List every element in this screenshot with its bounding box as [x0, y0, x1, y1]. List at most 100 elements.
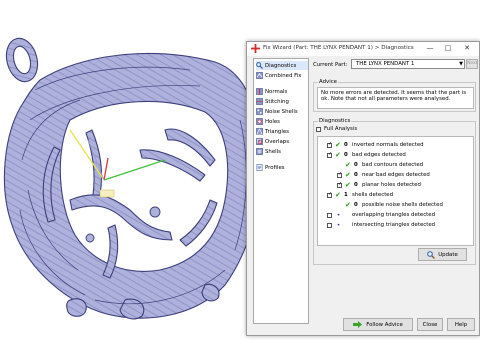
close-button[interactable]: Close	[417, 318, 443, 331]
sidebar-item-stitching[interactable]: Stitching	[256, 97, 308, 106]
full-analysis-label: Full Analysis	[324, 126, 358, 132]
advice-group: Advice No more errors are detected. It s…	[313, 79, 476, 112]
advice-text: No more errors are detected. It seems th…	[317, 87, 474, 109]
sidebar-item-label: Combined Fix	[265, 72, 302, 79]
green-check-icon: ✔	[345, 160, 351, 169]
sidebar-item-label: Stitching	[265, 98, 289, 105]
maximize-button[interactable]: □	[441, 43, 455, 54]
triangles-icon	[256, 128, 263, 135]
full-analysis-checkbox[interactable]: Full Analysis	[316, 126, 357, 132]
sidebar-item-label: Overlaps	[265, 138, 289, 145]
diag-row-near-bad-edges: ✔ 0 near bad edges detected	[337, 171, 430, 179]
diag-count: 0	[354, 182, 358, 188]
diag-label: possible noise shells detected	[362, 202, 443, 208]
normals-icon	[256, 88, 263, 95]
sidebar-item-normals[interactable]: Normals	[256, 87, 308, 96]
diag-label: bad edges detected	[352, 152, 406, 158]
sidebar-item-triangles[interactable]: Triangles	[256, 127, 308, 136]
next-part-button[interactable]: Next	[466, 59, 478, 69]
profiles-icon	[256, 164, 263, 171]
diagnostics-title: Diagnostics	[318, 118, 352, 124]
current-part-value: THE LYNX PENDANT 1	[356, 61, 415, 67]
noise-shells-icon	[256, 108, 263, 115]
chevron-down-icon: ▼	[459, 61, 463, 67]
window-title: Fix Wizard (Part: THE LYNX PENDANT 1) > …	[263, 45, 414, 51]
checkbox[interactable]	[327, 191, 332, 198]
current-part-select[interactable]: THE LYNX PENDANT 1 ▼	[351, 59, 465, 69]
diag-row-planar-holes: ✔ 0 planar holes detected	[337, 181, 421, 189]
sidebar-item-holes[interactable]: Holes	[256, 117, 308, 126]
sidebar-item-diagnostics[interactable]: Diagnostics	[256, 61, 308, 70]
checkbox[interactable]	[327, 151, 332, 158]
diag-row-bad-contours: ✔ 0 bad contours detected	[345, 161, 423, 169]
green-check-icon: ✔	[335, 140, 341, 149]
diag-count: 0	[344, 142, 348, 148]
sidebar-item-label: Diagnostics	[265, 62, 297, 69]
checkbox[interactable]	[327, 222, 332, 228]
sidebar-item-combined-fix[interactable]: Combined Fix	[256, 71, 308, 80]
follow-advice-label: Follow Advice	[366, 321, 403, 328]
shells-icon	[256, 148, 263, 155]
stitching-icon	[256, 98, 263, 105]
combined-fix-icon	[256, 72, 263, 79]
diag-label: intersecting triangles detected	[352, 222, 436, 228]
current-part-label: Current Part:	[313, 62, 348, 68]
checkbox[interactable]	[316, 126, 321, 132]
green-check-icon: ✔	[345, 180, 351, 189]
update-button[interactable]: Update	[418, 248, 467, 261]
not-analysed-icon: •	[336, 221, 341, 229]
sidebar-item-label: Profiles	[265, 164, 285, 171]
diag-row-bad-edges: ✔ 0 bad edges detected	[327, 151, 406, 159]
diag-label: overlapping triangles detected	[352, 212, 436, 218]
green-check-icon: ✔	[345, 170, 351, 179]
holes-icon	[256, 118, 263, 125]
fix-wizard-dialog: Fix Wizard (Part: THE LYNX PENDANT 1) > …	[246, 41, 480, 336]
help-button[interactable]: Help	[447, 318, 475, 331]
diag-count: 0	[354, 172, 358, 178]
green-arrow-icon	[353, 321, 363, 328]
green-check-icon: ✔	[335, 190, 341, 199]
overlaps-icon	[256, 138, 263, 145]
green-check-icon: ✔	[345, 200, 351, 209]
green-check-icon: ✔	[335, 150, 341, 159]
diag-count: 0	[354, 202, 358, 208]
diag-label: near bad edges detected	[362, 172, 430, 178]
diag-label: bad contours detected	[362, 162, 424, 168]
diag-row-intersecting-triangles: • intersecting triangles detected	[327, 221, 435, 229]
sidebar-item-overlaps[interactable]: Overlaps	[256, 137, 308, 146]
sidebar-item-shells[interactable]: Shells	[256, 147, 308, 156]
checkbox[interactable]	[337, 181, 342, 188]
diag-count: 0	[344, 152, 348, 158]
diag-row-inverted-normals: ✔ 0 inverted normals detected	[327, 141, 424, 149]
sidebar-item-noise-shells[interactable]: Noise Shells	[256, 107, 308, 116]
diagnostics-icon	[256, 62, 263, 69]
wizard-sidebar: Diagnostics Combined Fix Normals Stitchi…	[253, 58, 309, 324]
sidebar-item-profiles[interactable]: Profiles	[256, 163, 308, 172]
diag-count: 0	[354, 162, 358, 168]
fix-wizard-app-icon	[251, 44, 260, 53]
checkbox[interactable]	[327, 141, 332, 148]
dialog-footer: Follow Advice Close Help	[247, 314, 479, 336]
diag-label: planar holes detected	[362, 182, 421, 188]
diag-label: inverted normals detected	[352, 142, 424, 148]
diagnostics-group: Diagnostics Full Analysis ✔ 0 inverted n…	[313, 118, 476, 265]
wizard-content: Current Part: THE LYNX PENDANT 1 ▼ Next …	[313, 58, 478, 314]
sidebar-item-label: Noise Shells	[265, 108, 298, 115]
checkbox[interactable]	[327, 212, 332, 218]
sidebar-item-label: Holes	[265, 118, 280, 125]
not-analysed-icon: •	[336, 211, 341, 219]
diag-row-shells: ✔ 1 shells detected	[327, 191, 393, 199]
magnifier-icon	[427, 250, 436, 259]
follow-advice-button[interactable]: Follow Advice	[343, 318, 413, 331]
title-bar[interactable]: Fix Wizard (Part: THE LYNX PENDANT 1) > …	[247, 42, 479, 56]
diag-count: 1	[344, 192, 348, 198]
update-label: Update	[438, 251, 458, 258]
diag-row-overlapping-triangles: • overlapping triangles detected	[327, 211, 435, 219]
diagnostics-list: ✔ 0 inverted normals detected ✔ 0 bad ed…	[317, 136, 474, 246]
advice-title: Advice	[318, 79, 338, 85]
checkbox[interactable]	[337, 171, 342, 178]
close-window-button[interactable]: ✕	[460, 43, 474, 54]
minimize-button[interactable]: —	[423, 43, 437, 54]
sidebar-item-label: Triangles	[265, 128, 289, 135]
diag-row-noise-shells: ✔ 0 possible noise shells detected	[345, 201, 443, 209]
